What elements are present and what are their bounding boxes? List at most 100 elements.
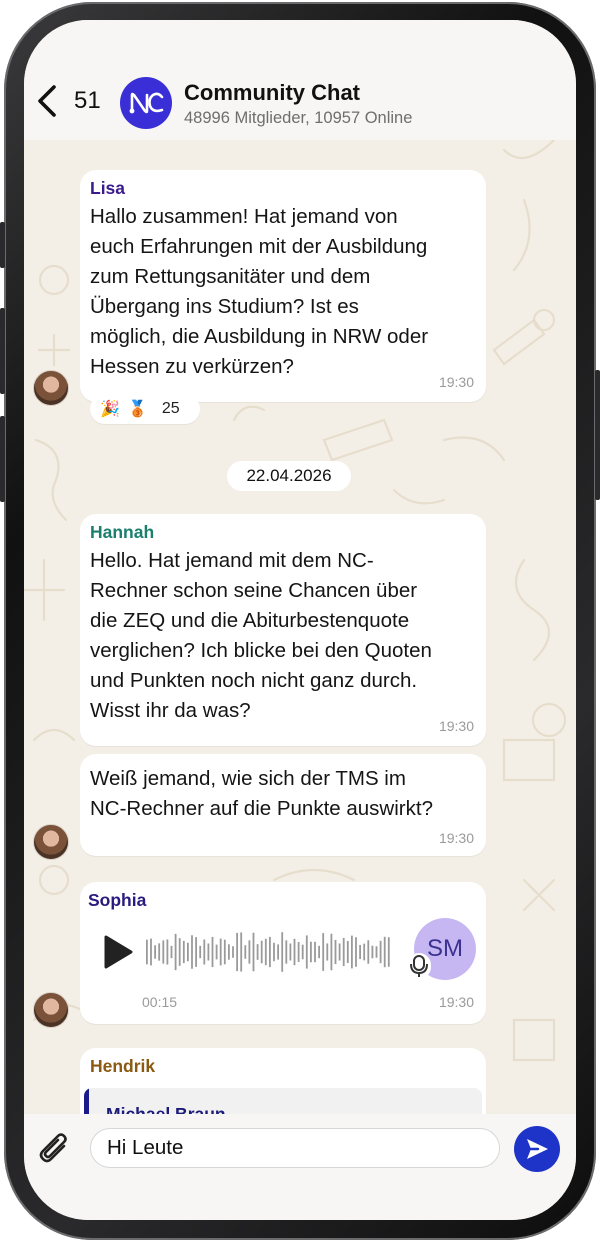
microphone-icon — [407, 953, 431, 979]
waveform-bar — [170, 945, 173, 959]
chat-subtitle: 48996 Mitglieder, 10957 Online — [184, 109, 413, 127]
waveform-bar — [371, 945, 374, 959]
message-bubble-hannah-2[interactable]: Weiß jemand, wie sich der TMS im NC-Rech… — [80, 754, 486, 856]
message-time: 19:30 — [438, 374, 474, 390]
waveform-bar — [355, 937, 357, 967]
audio-waveform[interactable] — [146, 930, 392, 974]
waveform-bar — [207, 943, 210, 961]
play-icon[interactable] — [102, 934, 134, 970]
reactions-bar[interactable]: 🎉 🥉 25 — [90, 394, 200, 424]
waveform-bar — [285, 940, 288, 964]
waveform-bar — [379, 940, 382, 964]
waveform-bar — [178, 938, 181, 966]
waveform-bar — [338, 943, 341, 961]
chevron-left-icon — [38, 85, 56, 117]
waveform-bar — [195, 937, 197, 967]
back-button[interactable]: 51 — [34, 84, 101, 118]
waveform-bar — [256, 944, 259, 960]
message-bubble-hannah[interactable]: Hannah Hello. Hat jemand mit dem NC- Rec… — [80, 514, 486, 746]
message-time: 19:30 — [438, 830, 474, 846]
composer-bar — [24, 1114, 576, 1220]
waveform-bar — [166, 939, 169, 965]
paperclip-icon[interactable] — [38, 1132, 72, 1170]
waveform-bar — [301, 944, 304, 960]
waveform-bar — [367, 940, 370, 964]
message-input[interactable] — [90, 1128, 500, 1168]
waveform-bar — [318, 945, 320, 959]
voice-duration: 00:15 — [142, 994, 178, 1010]
waveform-bar — [351, 935, 353, 969]
waveform-bar — [260, 940, 263, 964]
waveform-bar — [191, 935, 193, 969]
avatar[interactable] — [33, 824, 69, 860]
waveform-bar — [330, 933, 333, 971]
chat-screen: 51 Community Chat 48996 Mitglieder, 1095… — [24, 20, 576, 1220]
waveform-bar — [232, 946, 234, 958]
sender-name: Hannah — [90, 522, 155, 542]
waveform-bar — [174, 933, 177, 971]
message-text: Weiß jemand, wie sich der TMS im NC-Rech… — [90, 767, 433, 820]
waveform-bar — [375, 946, 378, 958]
chat-title[interactable]: Community Chat — [184, 80, 360, 106]
waveform-bar — [334, 939, 337, 965]
waveform-bar — [293, 938, 296, 966]
avatar[interactable] — [33, 370, 69, 406]
waveform-bar — [269, 936, 271, 968]
waveform-bar — [346, 940, 349, 964]
waveform-bar — [187, 942, 189, 962]
waveform-bar — [182, 940, 185, 964]
waveform-bar — [146, 939, 148, 965]
volume-up-button — [0, 308, 5, 394]
waveform-bar — [289, 943, 292, 961]
waveform-bar — [236, 932, 238, 972]
message-time: 19:30 — [438, 718, 474, 734]
unread-count: 51 — [74, 87, 101, 114]
avatar[interactable] — [33, 992, 69, 1028]
waveform-bar — [150, 938, 152, 966]
waveform-bar — [326, 943, 329, 961]
waveform-bar — [264, 938, 267, 966]
waveform-bar — [342, 937, 345, 967]
medal-icon: 🥉 — [127, 401, 148, 418]
waveform-bar — [203, 939, 206, 965]
waveform-bar — [277, 944, 279, 960]
waveform-bar — [281, 932, 284, 972]
waveform-bar — [162, 940, 165, 964]
sender-name: Sophia — [88, 890, 147, 910]
waveform-bar — [154, 945, 156, 959]
party-popper-icon: 🎉 — [100, 401, 120, 418]
message-time: 19:30 — [438, 994, 474, 1010]
phone-mockup: 51 Community Chat 48996 Mitglieder, 1095… — [0, 0, 600, 1242]
mute-switch — [0, 222, 5, 268]
waveform-bar — [383, 936, 386, 968]
power-button — [595, 370, 600, 500]
waveform-bar — [240, 932, 243, 972]
group-avatar[interactable] — [120, 77, 172, 129]
waveform-bar — [219, 938, 222, 966]
message-bubble-lisa[interactable]: Lisa Hallo zusammen! Hat jemand von euch… — [80, 170, 486, 402]
waveform-bar — [252, 932, 255, 972]
waveform-bar — [310, 941, 312, 963]
voice-message-bubble[interactable]: Sophia 00:15 19:30 SM — [80, 882, 486, 1024]
waveform-bar — [314, 941, 316, 963]
waveform-bar — [244, 945, 247, 959]
waveform-bar — [211, 936, 214, 968]
waveform-bar — [199, 945, 202, 959]
waveform-bar — [305, 935, 308, 969]
waveform-bar — [215, 944, 218, 960]
waveform-bar — [297, 942, 300, 962]
nc-logo-icon — [121, 78, 171, 128]
date-separator: 22.04.2026 — [227, 461, 351, 491]
waveform-bar — [322, 933, 325, 971]
waveform-bar — [363, 943, 366, 961]
send-button[interactable] — [514, 1126, 560, 1172]
waveform-bar — [359, 944, 361, 960]
reaction-count: 25 — [161, 400, 180, 417]
message-text: Hallo zusammen! Hat jemand von euch Erfa… — [90, 205, 429, 378]
sender-name: Lisa — [90, 178, 126, 198]
waveform-bar — [387, 937, 390, 967]
volume-down-button — [0, 416, 5, 502]
sender-name: Hendrik — [90, 1056, 156, 1076]
waveform-bar — [158, 943, 161, 961]
waveform-bar — [228, 944, 230, 960]
